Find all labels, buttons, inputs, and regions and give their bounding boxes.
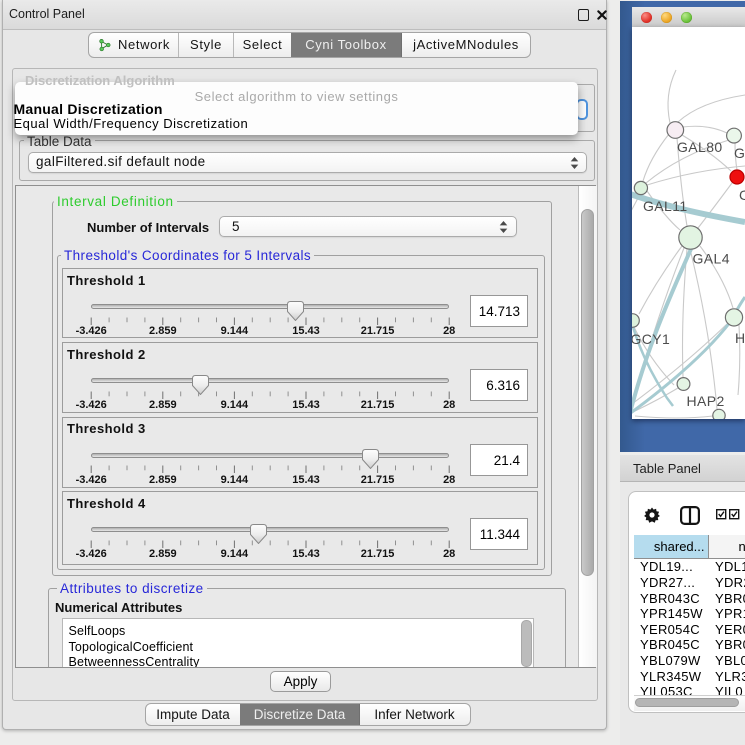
svg-text:HAP2: HAP2	[687, 393, 725, 409]
svg-text:GCY1: GCY1	[632, 331, 670, 347]
svg-text:H: H	[735, 330, 745, 346]
svg-text:GAL11: GAL11	[643, 198, 688, 214]
svg-text:GA: GA	[734, 145, 745, 161]
svg-text:GAL80: GAL80	[677, 139, 723, 155]
svg-text:GAL4: GAL4	[693, 251, 730, 267]
svg-text:C: C	[739, 187, 745, 203]
